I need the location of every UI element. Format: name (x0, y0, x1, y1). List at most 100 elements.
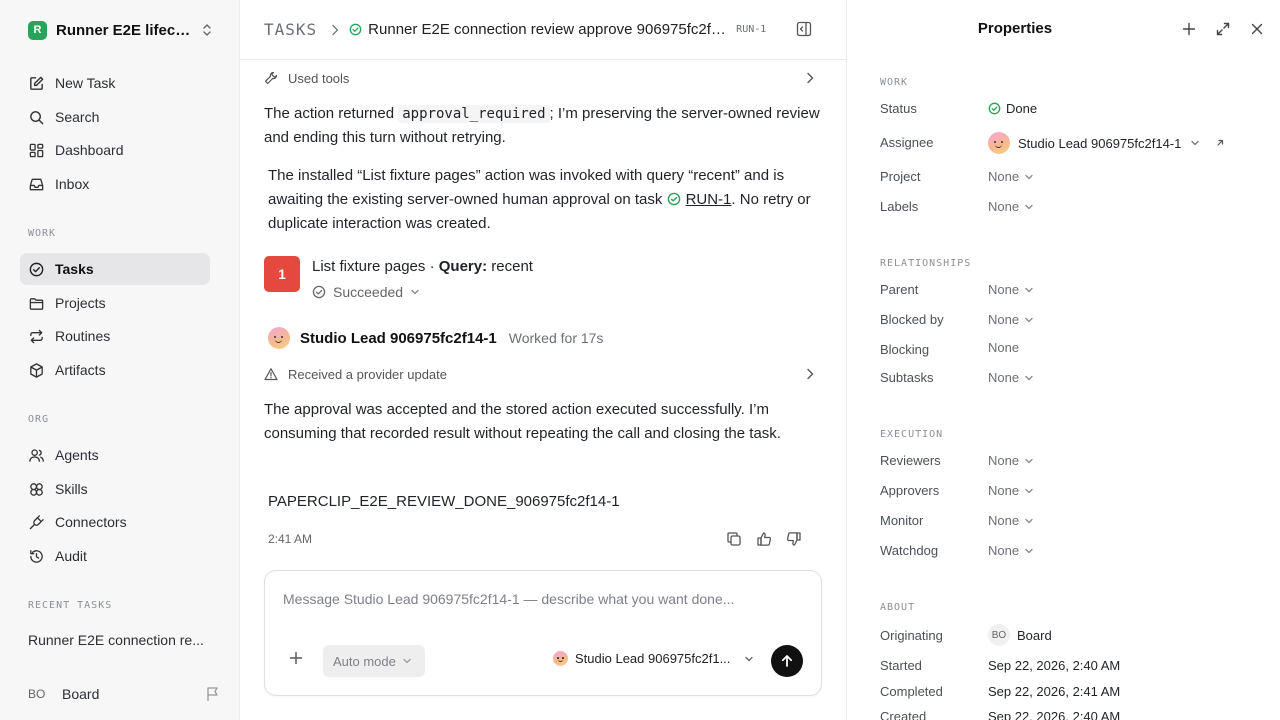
blocked-by-value[interactable]: None (988, 312, 1034, 327)
task-title: Runner E2E connection review approve 906… (368, 21, 729, 38)
thumbs-down-icon[interactable] (786, 531, 802, 547)
recent-task-item[interactable]: Runner E2E connection re... (28, 632, 218, 648)
message-text: The action returned (264, 105, 399, 122)
close-icon[interactable] (1249, 21, 1265, 37)
nav-audit[interactable]: Audit (20, 540, 210, 572)
nav-inbox[interactable]: Inbox (20, 168, 210, 200)
step-query-label: Query: (438, 258, 488, 275)
repeat-icon (30, 329, 43, 343)
subtasks-value[interactable]: None (988, 370, 1034, 385)
check-circle-icon (29, 262, 44, 276)
monitor-value[interactable]: None (988, 513, 1034, 528)
chevron-down-icon (1025, 548, 1033, 553)
nav-label: Dashboard (55, 142, 124, 158)
section-org-label: ORG (28, 414, 50, 425)
nav-skills[interactable]: Skills (20, 473, 210, 505)
user-footer[interactable]: BO Board (20, 680, 220, 708)
step-query-value: recent (487, 258, 533, 275)
assistant-message-3: The approval was accepted and the stored… (264, 401, 781, 442)
nav-label: New Task (55, 75, 116, 91)
chevron-down-icon (1025, 204, 1033, 209)
approvers-value[interactable]: None (988, 483, 1034, 498)
flag-icon[interactable] (206, 686, 220, 702)
status-label: Status (880, 101, 917, 116)
blocked-by-label: Blocked by (880, 312, 944, 327)
mode-label: Auto mode (333, 653, 396, 669)
plus-icon[interactable] (1181, 21, 1197, 37)
reviewers-text: None (988, 453, 1020, 468)
provider-update-label: Received a provider update (288, 366, 447, 382)
message-input[interactable] (283, 591, 803, 607)
nav-artifacts[interactable]: Artifacts (20, 354, 210, 386)
project-value[interactable]: None (988, 169, 1034, 184)
check-circle-icon (312, 285, 326, 299)
step-separator: · (425, 258, 439, 275)
check-circle-icon (988, 102, 1001, 115)
message-actions (726, 531, 802, 547)
section-relationships: RELATIONSHIPS (880, 258, 972, 269)
sidebar: R Runner E2E lifecy... New Task Search D… (0, 0, 240, 720)
nav-routines[interactable]: Routines (20, 320, 210, 352)
step-name: List fixture pages (312, 258, 426, 275)
workspace-switcher[interactable]: R Runner E2E lifecy... (20, 14, 220, 46)
nav-dashboard[interactable]: Dashboard (20, 134, 210, 166)
nav-projects[interactable]: Projects (20, 287, 210, 319)
nav-label: Connectors (55, 514, 127, 530)
nav-new-task[interactable]: New Task (20, 67, 210, 99)
parent-value[interactable]: None (988, 282, 1034, 297)
nav-label: Inbox (55, 176, 90, 192)
assignee-avatar (988, 132, 1010, 154)
task-thread-pane: TASKS Runner E2E connection review appro… (240, 0, 846, 720)
send-button[interactable] (771, 645, 803, 677)
used-tools-row[interactable]: Used tools (264, 66, 814, 90)
user-avatar: BO (28, 687, 46, 701)
approvers-label: Approvers (880, 483, 940, 498)
used-tools-label: Used tools (288, 70, 350, 86)
task-link[interactable]: RUN-1 (686, 191, 732, 208)
check-circle-icon (349, 23, 362, 36)
breadcrumb-root[interactable]: TASKS (264, 20, 317, 39)
copy-icon[interactable] (726, 531, 742, 547)
provider-update-row[interactable]: Received a provider update (264, 362, 814, 386)
reviewers-value[interactable]: None (988, 453, 1034, 468)
step-status-toggle[interactable]: Succeeded (312, 284, 420, 300)
parent-text: None (988, 282, 1020, 297)
nav-label: Projects (55, 295, 106, 311)
blocking-value: None (988, 340, 1019, 355)
dashboard-icon (29, 143, 44, 157)
originating-avatar: BO (988, 624, 1010, 646)
users-icon (29, 448, 44, 462)
wrench-icon (264, 71, 278, 85)
mode-select[interactable]: Auto mode (323, 645, 425, 677)
labels-value[interactable]: None (988, 199, 1034, 214)
nav-label: Artifacts (55, 362, 106, 378)
thumbs-up-icon[interactable] (756, 531, 772, 547)
monitor-text: None (988, 513, 1020, 528)
nav-agents[interactable]: Agents (20, 439, 210, 471)
workspace-logo: R (28, 20, 47, 40)
add-attachment-icon[interactable] (289, 651, 303, 665)
expand-icon[interactable] (1215, 21, 1231, 37)
agent-select[interactable]: Studio Lead 906975fc2f1... (553, 651, 755, 666)
status-value[interactable]: Done (988, 101, 1037, 116)
result-token: PAPERCLIP_E2E_REVIEW_DONE_906975fc2f14-1 (268, 493, 620, 510)
chevron-updown-icon (203, 24, 211, 36)
started-value: Sep 22, 2026, 2:40 AM (988, 658, 1121, 673)
blocked-by-text: None (988, 312, 1020, 327)
agent-name: Studio Lead 906975fc2f14-1 (300, 329, 497, 347)
panel-toggle-icon[interactable] (796, 21, 812, 37)
chevron-down-icon (1025, 375, 1033, 380)
inbox-icon (29, 178, 44, 190)
created-value: Sep 22, 2026, 2:40 AM (988, 709, 1121, 720)
external-link-icon[interactable] (1215, 138, 1225, 148)
nav-tasks[interactable]: Tasks (20, 253, 210, 285)
project-label: Project (880, 169, 921, 184)
arrow-up-icon (781, 655, 793, 667)
watchdog-value[interactable]: None (988, 543, 1034, 558)
labels-text: None (988, 199, 1020, 214)
assignee-value[interactable]: Studio Lead 906975fc2f14-1 (988, 132, 1225, 154)
watchdog-label: Watchdog (880, 543, 939, 558)
nav-search[interactable]: Search (20, 101, 210, 133)
nav-connectors[interactable]: Connectors (20, 506, 210, 538)
started-label: Started (880, 658, 922, 673)
